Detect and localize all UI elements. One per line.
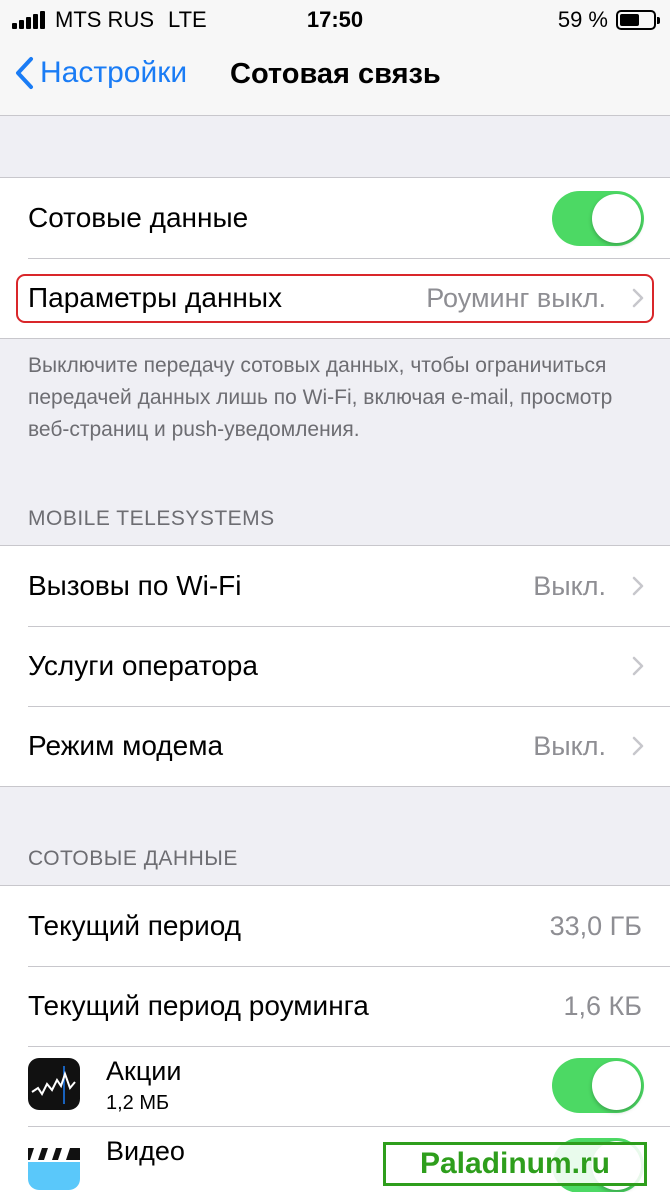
toggle-knob [592, 1061, 641, 1110]
roaming-period-value: 1,6 КБ [563, 990, 642, 1021]
stocks-toggle[interactable] [552, 1058, 644, 1113]
toggle-knob [592, 194, 641, 243]
current-period-row: Текущий период 33,0 ГБ [0, 886, 670, 966]
data-options-value: Роуминг выкл. [426, 282, 606, 313]
current-period-value: 33,0 ГБ [549, 910, 642, 941]
cellular-data-row: Сотовые данные [0, 178, 670, 258]
carrier-services-row[interactable]: Услуги оператора [0, 626, 670, 706]
status-bar: MTS RUS LTE 17:50 59 % [0, 0, 670, 38]
back-label: Настройки [40, 56, 188, 89]
stocks-icon [28, 1058, 80, 1110]
wifi-calling-label: Вызовы по Wi-Fi [28, 570, 242, 601]
battery-percent: 59 % [557, 7, 608, 32]
wifi-calling-value: Выкл. [533, 570, 606, 601]
cellular-data-toggle[interactable] [552, 191, 644, 246]
watermark: Paladinum.ru [383, 1142, 647, 1186]
status-right: 59 % [557, 7, 660, 33]
app-size-stocks: 1,2 МБ [106, 1092, 170, 1114]
roaming-period-row: Текущий период роуминга 1,6 КБ [0, 966, 670, 1046]
chevron-right-icon [632, 576, 644, 596]
personal-hotspot-row[interactable]: Режим модема Выкл. [0, 706, 670, 786]
usage-section-header: СОТОВЫЕ ДАННЫЕ [28, 847, 238, 870]
chevron-right-icon [632, 656, 644, 676]
cellular-group: Сотовые данные Параметры данных Роуминг … [0, 177, 670, 339]
page-title: Сотовая связь [230, 58, 441, 90]
personal-hotspot-value: Выкл. [533, 730, 606, 761]
carrier-section-header: MOBILE TELESYSTEMS [28, 507, 275, 530]
battery-icon [616, 10, 660, 30]
data-options-row[interactable]: Параметры данных Роуминг выкл. [0, 258, 670, 338]
chevron-right-icon [632, 288, 644, 308]
current-period-label: Текущий период [28, 910, 242, 941]
chevron-right-icon [632, 736, 644, 756]
wifi-calling-row[interactable]: Вызовы по Wi-Fi Выкл. [0, 546, 670, 626]
battery-fill [620, 14, 639, 26]
cellular-footer-note: Выключите передачу сотовых данных, чтобы… [28, 354, 613, 441]
videos-icon [28, 1138, 80, 1190]
back-button[interactable]: Настройки [14, 56, 187, 90]
carrier-services-label: Услуги оператора [28, 650, 258, 681]
data-options-label: Параметры данных [28, 282, 282, 313]
cellular-data-label: Сотовые данные [28, 202, 249, 233]
app-name-stocks: Акции [106, 1056, 182, 1086]
app-name-videos: Видео [106, 1136, 185, 1166]
personal-hotspot-label: Режим модема [28, 730, 224, 761]
navigation-bar: Настройки Сотовая связь [0, 38, 670, 116]
roaming-period-label: Текущий период роуминга [28, 990, 369, 1021]
chevron-left-icon [16, 57, 33, 89]
carrier-group: Вызовы по Wi-Fi Выкл. Услуги оператора Р… [0, 545, 670, 787]
app-row-stocks: Акции 1,2 МБ [0, 1046, 670, 1126]
